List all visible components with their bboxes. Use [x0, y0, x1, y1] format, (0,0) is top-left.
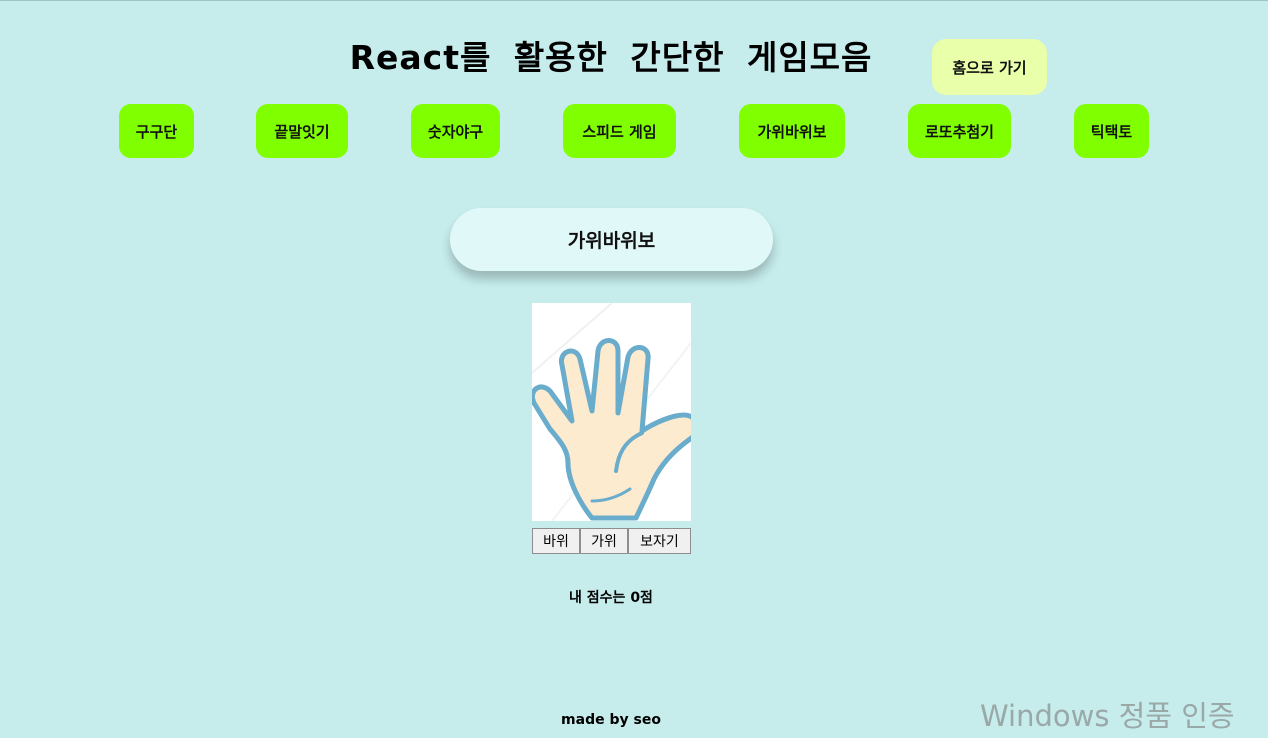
page: React를 활용한 간단한 게임모음 홈으로 가기 구구단 끝말잇기 숫자야구… [0, 0, 1268, 738]
nav-lotto-button[interactable]: 로또추첨기 [908, 104, 1011, 158]
nav-speed-game-button[interactable]: 스피드 게임 [563, 104, 676, 158]
rock-button[interactable]: 바위 [532, 528, 580, 554]
nav-number-baseball-button[interactable]: 숫자야구 [411, 104, 500, 158]
nav-rock-paper-scissors-button[interactable]: 가위바위보 [739, 104, 845, 158]
nav-gugudan-button[interactable]: 구구단 [119, 104, 194, 158]
computer-hand-image [532, 303, 691, 521]
hand-choice-buttons: 바위 가위 보자기 [532, 528, 691, 554]
paper-button[interactable]: 보자기 [628, 528, 691, 554]
scissors-button[interactable]: 가위 [580, 528, 628, 554]
score-text: 내 점수는 0점 [569, 590, 653, 606]
windows-activation-watermark: Windows 정품 인증 [980, 699, 1235, 733]
nav-tictactoe-button[interactable]: 틱택토 [1074, 104, 1149, 158]
open-palm-hand-icon [532, 303, 691, 521]
nav-word-chain-button[interactable]: 끝말잇기 [256, 104, 348, 158]
game-title-card: 가위바위보 [450, 208, 773, 271]
home-button[interactable]: 홈으로 가기 [932, 39, 1047, 95]
